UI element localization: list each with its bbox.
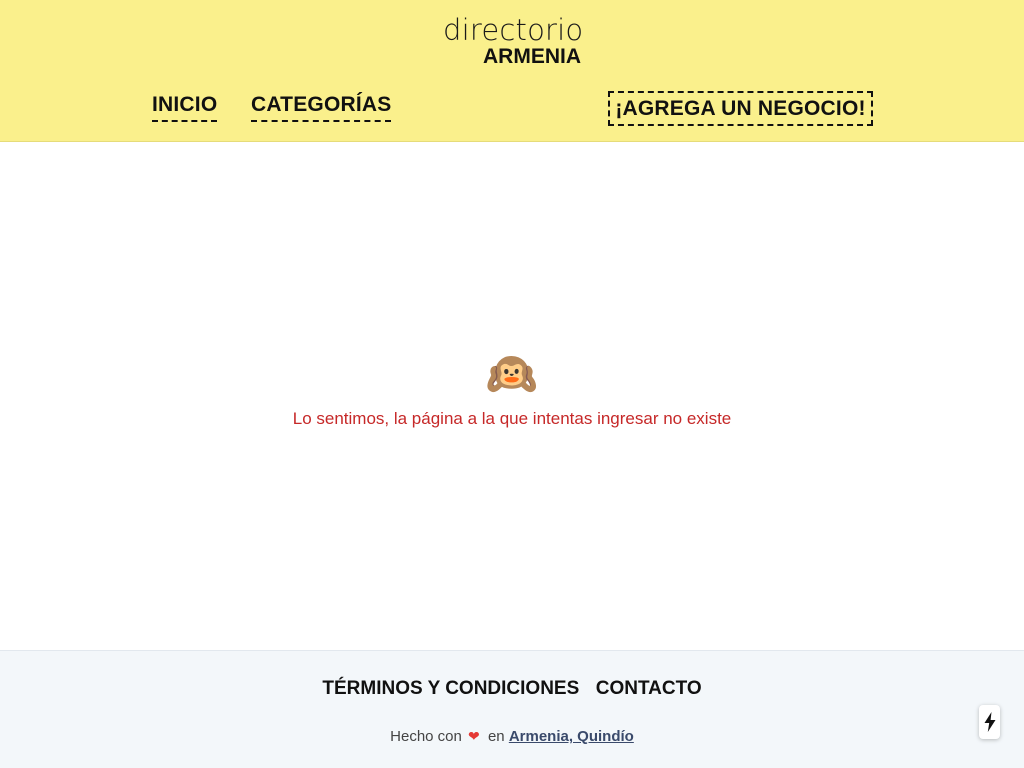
logo-wordmark-top: directorio <box>443 13 584 47</box>
lightning-button[interactable] <box>979 705 1000 739</box>
credit-middle: en <box>487 728 505 745</box>
logo-wordmark-bottom: ARMENIA <box>483 45 581 68</box>
not-found-message: Lo sentimos, la página a la que intentas… <box>292 409 732 428</box>
heart-icon: ❤ <box>468 728 480 744</box>
contact-link[interactable]: CONTACTO <box>596 677 702 701</box>
footer-credit: Hecho con ❤ en Armenia, Quindío <box>0 726 1024 747</box>
credit-prefix: Hecho con <box>390 728 462 745</box>
site-footer: TÉRMINOS Y CONDICIONES CONTACTO Hecho co… <box>0 650 1024 768</box>
location-link[interactable]: Armenia, Quindío <box>509 728 634 745</box>
site-logo[interactable]: directorio ARMENIA <box>443 14 583 68</box>
add-business-button[interactable]: ¡AGREGA UN NEGOCIO! <box>608 91 873 126</box>
lightning-icon <box>984 712 995 732</box>
terms-link[interactable]: TÉRMINOS Y CONDICIONES <box>322 677 579 701</box>
main-content: 🙉 Lo sentimos, la página a la que intent… <box>0 143 1024 650</box>
nav-categorias-link[interactable]: CATEGORÍAS <box>251 92 392 122</box>
hear-no-evil-monkey-icon: 🙉 <box>485 350 539 397</box>
site-header: directorio ARMENIA INICIO CATEGORÍAS ¡AG… <box>0 0 1024 142</box>
footer-links: TÉRMINOS Y CONDICIONES CONTACTO <box>0 677 1024 701</box>
nav-inicio-link[interactable]: INICIO <box>152 92 218 122</box>
